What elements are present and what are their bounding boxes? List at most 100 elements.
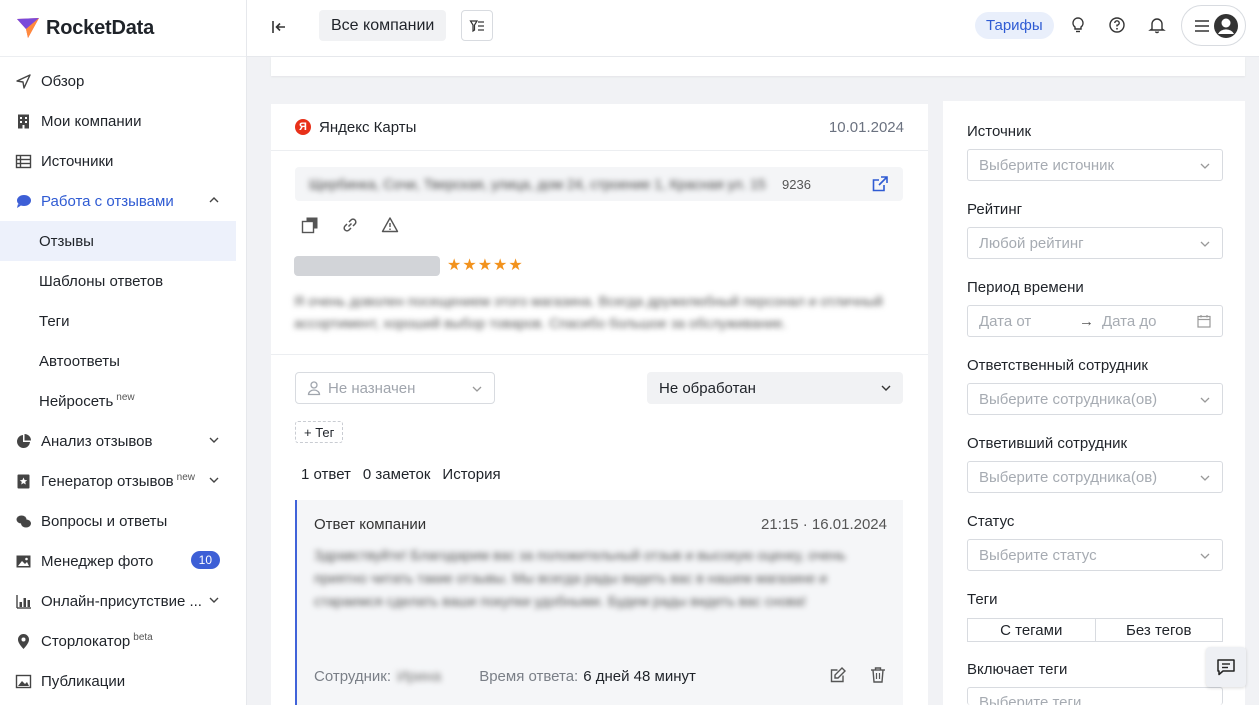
sidebar-item-online-presence[interactable]: Онлайн-присутствие ... [0, 581, 246, 621]
status-value: Не обработан [659, 379, 756, 397]
filter-toggle-button[interactable] [461, 10, 493, 41]
includes-tags-select[interactable]: Выберите теги [967, 687, 1223, 705]
list-icon [15, 153, 32, 170]
chevron-down-icon [1200, 397, 1210, 403]
chevron-down-icon [209, 597, 219, 603]
tags-toggle: С тегами Без тегов [967, 618, 1223, 642]
includes-tags-placeholder: Выберите теги [979, 694, 1082, 705]
sidebar-subitem-reviews[interactable]: Отзывы [0, 221, 236, 261]
external-link-icon[interactable] [871, 175, 889, 193]
rating-placeholder: Любой рейтинг [979, 234, 1084, 252]
link-icon[interactable] [341, 216, 359, 234]
sidebar-item-label: Менеджер фото [41, 552, 154, 570]
filter-rating-label: Рейтинг [967, 201, 1023, 218]
sidebar-subitem-neural[interactable]: Нейросеть new [0, 381, 246, 421]
yandex-logo-icon: Я [295, 119, 311, 135]
support-chat-button[interactable] [1206, 647, 1246, 687]
image-icon [15, 553, 32, 570]
company-selector[interactable]: Все компании [319, 10, 447, 41]
status-filter-placeholder: Выберите статус [979, 546, 1097, 564]
logo[interactable]: RocketData [0, 0, 246, 57]
replied-select[interactable]: Выберите сотрудника(ов) [967, 461, 1223, 493]
sidebar-item-photo-manager[interactable]: Менеджер фото 10 [0, 541, 246, 581]
source-select[interactable]: Выберите источник [967, 149, 1223, 181]
previous-card-edge [271, 57, 1245, 76]
new-tag: new [176, 471, 196, 483]
chevron-down-icon [1200, 553, 1210, 559]
employee-label: Сотрудник: [314, 668, 392, 685]
sidebar-item-review-generator[interactable]: Генератор отзывов new [0, 461, 246, 501]
sidebar-item-qa[interactable]: Вопросы и ответы [0, 501, 246, 541]
lightbulb-icon[interactable] [1069, 16, 1087, 34]
answer-text: Здравствуйте! Благодарим вас за положите… [314, 547, 846, 609]
sidebar-item-my-companies[interactable]: Мои компании [0, 101, 246, 141]
with-tags-option[interactable]: С тегами [968, 619, 1095, 641]
date-range-picker[interactable]: Дата от → Дата до [967, 305, 1223, 337]
date-to-input[interactable]: Дата до [1102, 313, 1156, 330]
response-time-value: 6 дней 48 минут [583, 668, 696, 685]
sidebar-item-storelocator[interactable]: Сторлокатор beta [0, 621, 246, 661]
sidebar-subitem-autoreplies[interactable]: Автоответы [0, 341, 246, 381]
sidebar-item-publications[interactable]: Публикации [0, 661, 246, 701]
hamburger-icon [1195, 19, 1209, 32]
add-tag-button[interactable]: + Тег [295, 421, 344, 443]
beta-tag: beta [133, 631, 153, 643]
chevron-down-icon [472, 386, 482, 392]
sidebar-item-reviews-work[interactable]: Работа с отзывами [0, 181, 246, 221]
sidebar-item-label: Генератор отзывов [41, 472, 174, 490]
new-tag: new [116, 391, 135, 403]
picture-icon [15, 673, 32, 690]
sidebar-nav: Обзор Мои компании Источники Работа с от… [0, 57, 246, 701]
company-address: Щербинка, Сочи, Тверская, улица, дом 24,… [309, 176, 766, 192]
chevron-down-icon [881, 385, 891, 391]
without-tags-option[interactable]: Без тегов [1094, 619, 1223, 641]
chevron-down-icon [209, 477, 219, 483]
rocketdata-logo-icon [17, 18, 39, 38]
sidebar-subitem-label: Теги [39, 312, 70, 330]
sidebar-subitem-tags[interactable]: Теги [0, 301, 246, 341]
assignee-select[interactable]: Не назначен [295, 372, 495, 404]
bell-icon[interactable] [1148, 16, 1166, 34]
photo-count-badge: 10 [190, 551, 220, 569]
status-filter-select[interactable]: Выберите статус [967, 539, 1223, 571]
warning-icon[interactable] [381, 216, 399, 234]
replied-placeholder: Выберите сотрудника(ов) [979, 468, 1158, 486]
sidebar-subitem-templates[interactable]: Шаблоны ответов [0, 261, 246, 301]
review-source-name: Яндекс Карты [319, 118, 417, 136]
sidebar-item-overview[interactable]: Обзор [0, 61, 246, 101]
sidebar-item-label: Анализ отзывов [41, 432, 153, 450]
sidebar-item-label: Онлайн-присутствие ... [41, 592, 202, 610]
copy-icon[interactable] [301, 216, 319, 234]
company-answer: Ответ компании 21:15 · 16.01.2024 Здравс… [295, 500, 903, 705]
user-menu-button[interactable] [1181, 5, 1246, 46]
filter-period-label: Период времени [967, 279, 1084, 296]
chat-message-icon [1217, 659, 1235, 676]
edit-icon[interactable] [829, 666, 847, 684]
chevron-up-icon [209, 197, 219, 203]
delete-icon[interactable] [869, 666, 887, 684]
status-select[interactable]: Не обработан [647, 372, 903, 404]
rating-select[interactable]: Любой рейтинг [967, 227, 1223, 259]
company-selector-label: Все компании [331, 16, 435, 34]
source-placeholder: Выберите источник [979, 156, 1115, 174]
author-name-placeholder [294, 256, 440, 276]
sidebar: RocketData Обзор Мои компании Источники … [0, 0, 247, 705]
tab-history[interactable]: История [442, 466, 500, 489]
company-code: 9236 [782, 176, 811, 192]
responsible-select[interactable]: Выберите сотрудника(ов) [967, 383, 1223, 415]
collapse-sidebar-icon[interactable] [269, 17, 289, 37]
date-from-input[interactable]: Дата от [979, 313, 1079, 330]
map-pin-icon [15, 633, 32, 650]
sidebar-item-label: Обзор [41, 72, 85, 90]
employee-name: Ирина [397, 668, 442, 685]
sidebar-item-label: Мои компании [41, 112, 142, 130]
chevron-down-icon [209, 437, 219, 443]
sidebar-item-review-analysis[interactable]: Анализ отзывов [0, 421, 246, 461]
sidebar-item-sources[interactable]: Источники [0, 141, 246, 181]
sidebar-subitem-label: Автоответы [39, 352, 120, 370]
tab-answers[interactable]: 1 ответ [301, 466, 351, 489]
help-icon[interactable] [1108, 16, 1126, 34]
tab-notes[interactable]: 0 заметок [363, 466, 431, 489]
review-card: Я Яндекс Карты 10.01.2024 Щербинка, Сочи… [271, 104, 928, 705]
tariffs-button[interactable]: Тарифы [975, 12, 1054, 39]
